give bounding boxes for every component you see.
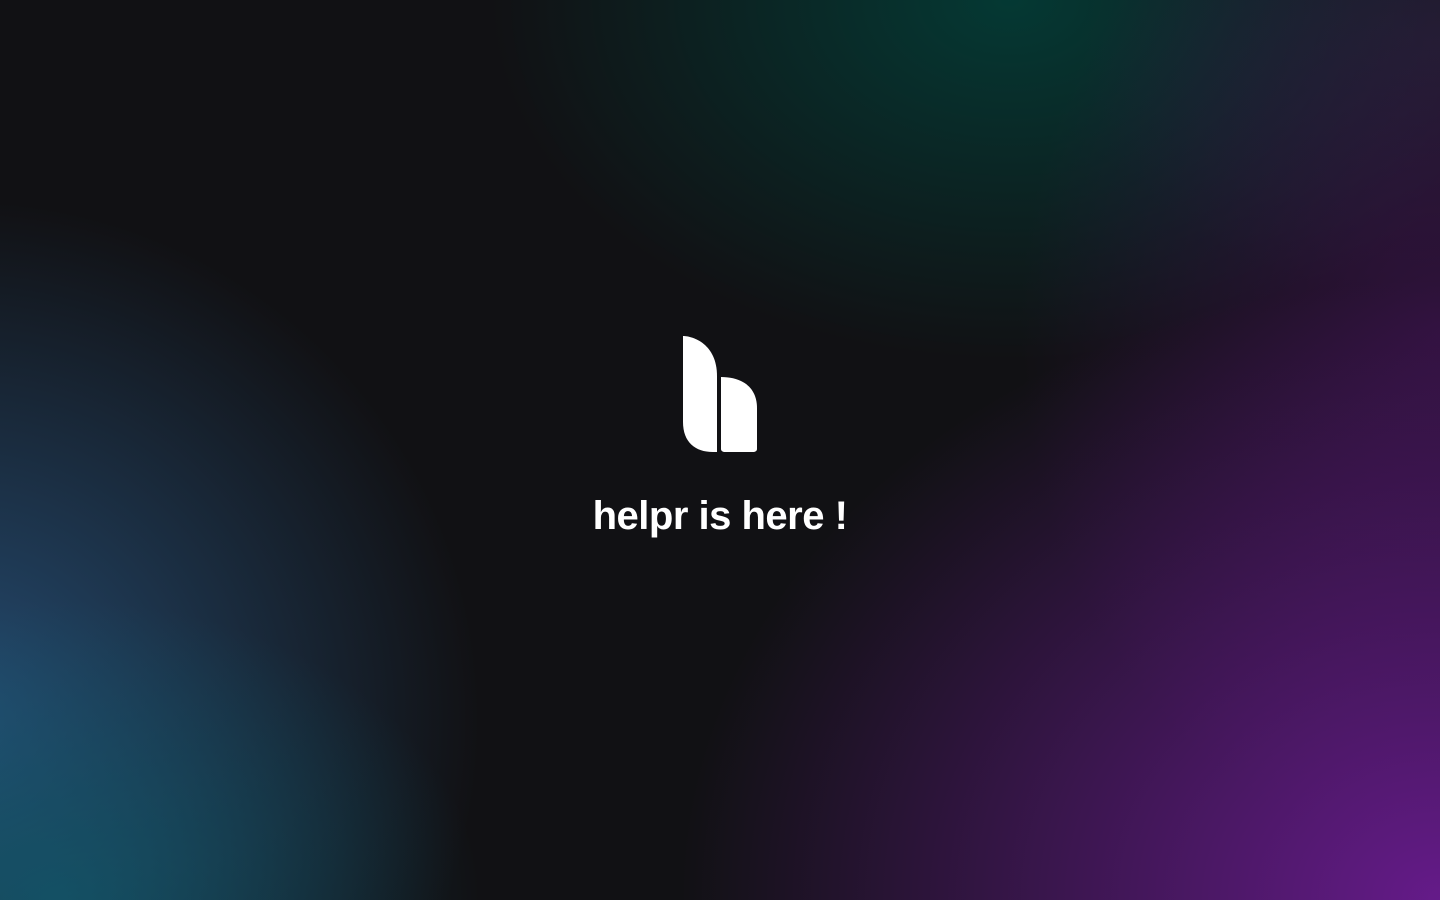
splash-screen: helpr is here ! (0, 336, 1440, 540)
splash-tagline: helpr is here ! (592, 494, 848, 538)
helpr-logo-icon (683, 336, 757, 452)
